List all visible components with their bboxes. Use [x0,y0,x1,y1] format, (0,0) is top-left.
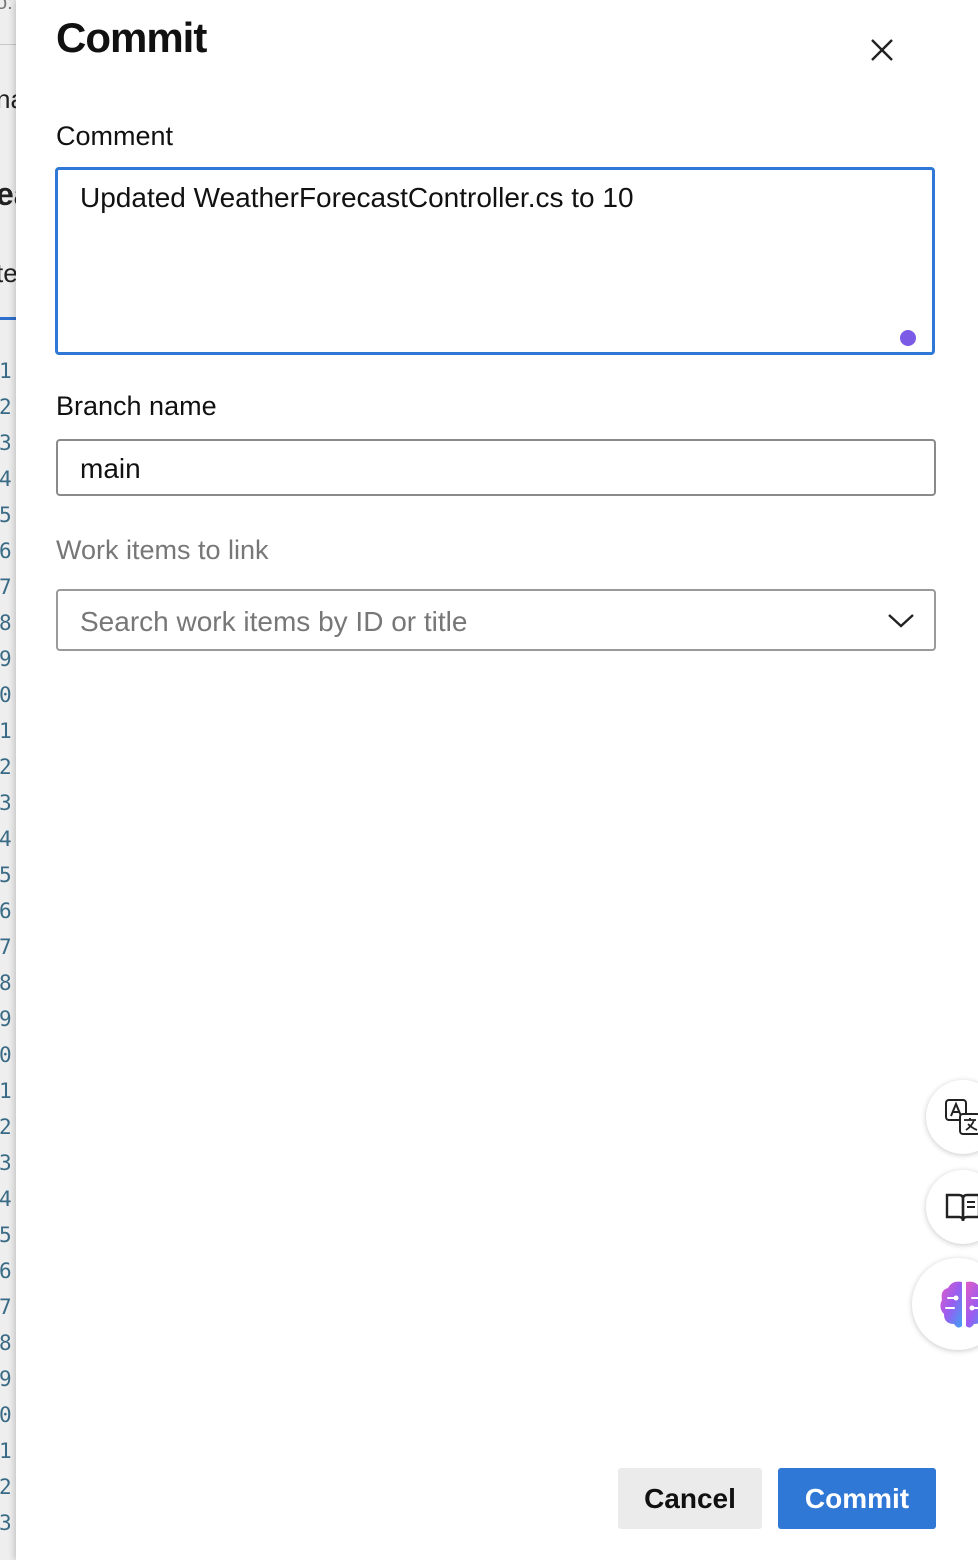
work-items-label: Work items to link [56,535,269,565]
work-items-search-dropdown[interactable]: Search work items by ID or title [56,589,936,651]
dialog-title: Commit [56,14,207,61]
line-number: 2 [0,1475,12,1499]
brain-icon [940,1281,978,1328]
line-number: 0 [0,683,12,707]
line-number: 5 [0,1223,12,1247]
line-number: 3 [0,1511,12,1535]
resize-handle[interactable] [900,330,916,346]
translate-icon [945,1099,978,1135]
line-number: 6 [0,1259,12,1283]
branch-name-value: main [80,453,141,484]
line-number: 7 [0,935,12,959]
line-number: 2 [0,395,12,419]
commit-button[interactable]: Commit [778,1468,936,1529]
line-number: 1 [0,359,12,383]
commit-dialog: Commit Comment Updated WeatherForecastCo… [16,0,978,1560]
line-number: 8 [0,1331,12,1355]
line-number: 8 [0,611,12,635]
line-number: 2 [0,755,12,779]
line-number: 3 [0,1151,12,1175]
line-number: 2 [0,1115,12,1139]
work-items-search-placeholder: Search work items by ID or title [80,606,468,637]
background-editor: o: na ea te 1 2 3 4 5 6 7 8 9 0 1 2 3 4 5 6 7 8 9 0 1 2 3 4 5 6 7 8… [0,0,16,1560]
line-number: 3 [0,791,12,815]
line-number: 9 [0,1007,12,1031]
cancel-button[interactable]: Cancel [618,1468,762,1529]
line-number: 4 [0,827,12,851]
line-number: 6 [0,899,12,923]
line-number: 3 [0,431,12,455]
chevron-down-icon[interactable] [886,609,916,631]
background-tab-indicator [0,317,16,320]
branch-name-label: Branch name [56,391,217,421]
line-number: 1 [0,1079,12,1103]
line-number: 7 [0,575,12,599]
background-text-fragment: o: [0,0,13,14]
close-button[interactable] [864,32,900,68]
comment-text: Updated WeatherForecastController.cs to … [80,182,634,213]
line-number: 4 [0,1187,12,1211]
line-number: 0 [0,1043,12,1067]
reader-icon [945,1193,978,1222]
background-text-fragment: ea [0,176,16,212]
line-number: 9 [0,647,12,671]
line-number: 0 [0,1403,12,1427]
background-text-fragment: te [0,258,16,288]
comment-label: Comment [56,121,174,151]
line-number: 5 [0,863,12,887]
line-number: 6 [0,539,12,563]
line-number: 4 [0,467,12,491]
line-number: 1 [0,719,12,743]
line-number: 1 [0,1439,12,1463]
background-text-fragment: na [0,84,16,114]
branch-name-input[interactable]: main [56,439,936,496]
comment-textarea[interactable]: Updated WeatherForecastController.cs to … [55,167,935,355]
close-icon [871,39,893,61]
line-number: 5 [0,503,12,527]
line-number: 7 [0,1295,12,1319]
line-number: 9 [0,1367,12,1391]
background-divider [0,44,16,45]
line-number: 8 [0,971,12,995]
